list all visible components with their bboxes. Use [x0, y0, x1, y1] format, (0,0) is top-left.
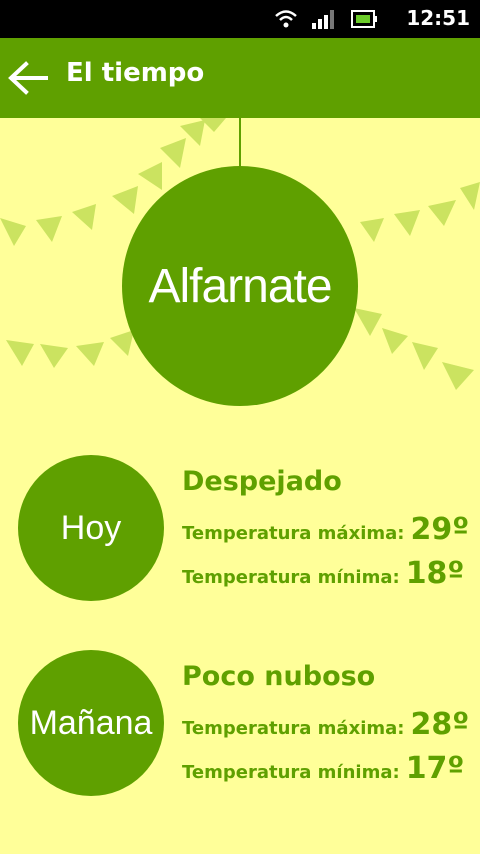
min-temp-label: Temperatura mínima: [182, 762, 400, 783]
max-temp-row: Temperatura máxima: 29º [182, 512, 469, 547]
forecast-manana: Poco nuboso Temperatura máxima: 28º Tempe… [182, 661, 469, 786]
max-temp-value: 28º [410, 707, 470, 742]
forecast-hoy: Despejado Temperatura máxima: 29º Tempera… [182, 466, 469, 591]
day-label: Mañana [29, 703, 153, 742]
page-title: El tiempo [66, 58, 205, 88]
min-temp-label: Temperatura mínima: [182, 567, 400, 588]
min-temp-value: 17º [405, 751, 465, 786]
max-temp-label: Temperatura máxima: [182, 523, 405, 544]
max-temp-label: Temperatura máxima: [182, 718, 405, 739]
weather-condition: Despejado [182, 466, 342, 497]
min-temp-row: Temperatura mínima: 17º [182, 751, 464, 786]
min-temp-row: Temperatura mínima: 18º [182, 556, 464, 591]
status-time: 12:51 [406, 6, 470, 30]
signal-icon [312, 10, 334, 29]
day-label: Hoy [60, 508, 122, 547]
day-badge-hoy: Hoy [18, 455, 164, 601]
status-bar: 12:51 [0, 0, 480, 38]
max-temp-row: Temperatura máxima: 28º [182, 707, 469, 742]
arrow-left-icon [8, 61, 48, 95]
weather-condition: Poco nuboso [182, 661, 376, 692]
town-badge: Alfarnate [122, 166, 358, 406]
town-name: Alfarnate [148, 259, 332, 313]
status-icons [275, 10, 377, 29]
max-temp-value: 29º [410, 512, 470, 547]
back-button[interactable] [4, 56, 52, 100]
action-bar: El tiempo [0, 38, 480, 118]
min-temp-value: 18º [405, 556, 465, 591]
battery-icon [351, 10, 377, 28]
day-badge-manana: Mañana [18, 650, 164, 796]
wifi-icon [275, 10, 297, 28]
